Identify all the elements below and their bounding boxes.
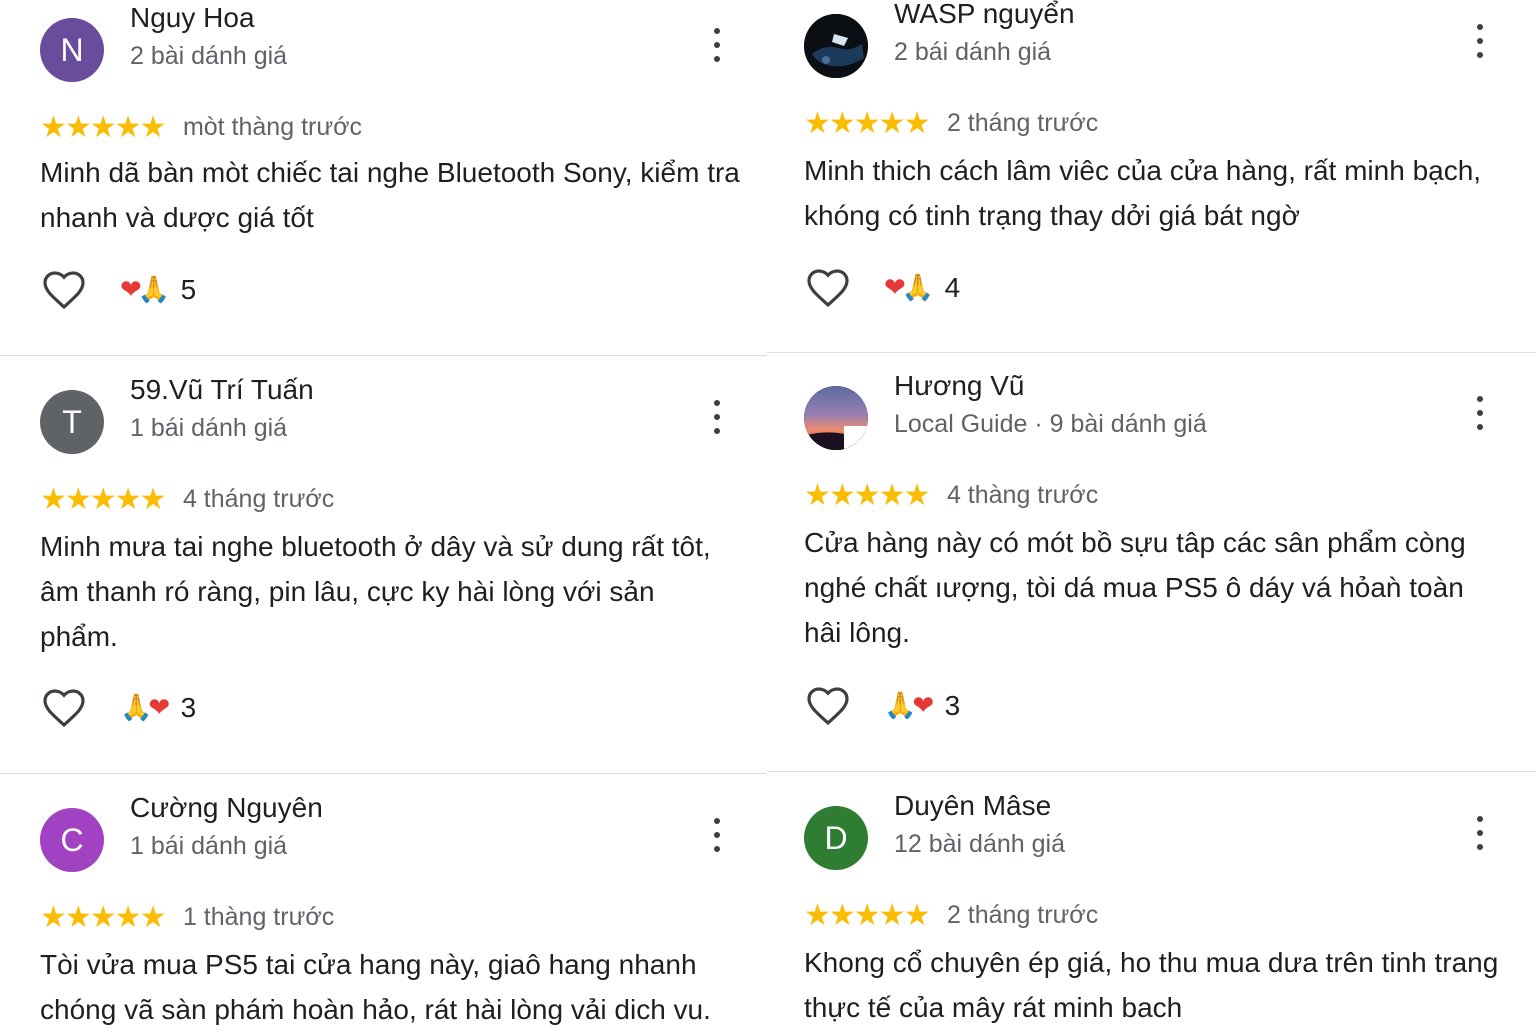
- reaction-count: 4: [944, 272, 961, 303]
- review-text: Cửa hàng này có mót bồ sựu tâp các sân p…: [804, 527, 1466, 648]
- reviewer-name[interactable]: WASP nguyển: [894, 0, 1075, 30]
- star-rating: ★★★★★ 2 tháng trước: [804, 898, 1099, 933]
- review-date: 4 thàng trước: [946, 481, 1099, 509]
- review-text: Tòi vửa mua PS5 tai cửa hang này, giaô h…: [40, 949, 711, 1025]
- reaction-summary[interactable]: 🙏❤ 3: [884, 688, 960, 724]
- reaction-count: 5: [180, 274, 197, 305]
- reaction-summary[interactable]: ❤🙏 4: [884, 270, 960, 306]
- star-rating: ★★★★★ 2 tháng trước: [804, 106, 1099, 141]
- review-count: 12 bài dánh giá: [894, 830, 1065, 858]
- more-options-button[interactable]: [1463, 388, 1497, 448]
- divider: [0, 773, 767, 774]
- like-heart-icon[interactable]: [804, 264, 852, 312]
- avatar[interactable]: [804, 386, 868, 450]
- reaction-count: 3: [180, 692, 197, 723]
- reviews-grid: N Nguy Hoa 2 bài dánh giá ★★★★★ mòt thàn…: [0, 0, 1536, 1025]
- reviewer-name[interactable]: Cường Nguyên: [130, 792, 323, 824]
- review-date: 4 tháng trước: [182, 485, 335, 513]
- reviewer-name[interactable]: Nguy Hoa: [130, 2, 255, 34]
- more-options-button[interactable]: [700, 392, 734, 452]
- avatar[interactable]: D: [804, 806, 868, 870]
- more-options-button[interactable]: [700, 20, 734, 80]
- review-count: 2 bài dánh giá: [130, 42, 288, 70]
- star-rating: ★★★★★ 1 thàng trước: [40, 900, 335, 935]
- review-count: 1 bái dánh giá: [130, 414, 288, 442]
- praying-hands-icon: 🙏: [901, 273, 935, 303]
- star-icon: ★★★★★: [40, 482, 166, 517]
- more-options-button[interactable]: [700, 810, 734, 870]
- divider: [0, 355, 767, 356]
- sunset-photo-avatar-icon: [804, 386, 868, 450]
- star-rating: ★★★★★ 4 tháng trước: [40, 482, 335, 517]
- like-heart-icon[interactable]: [40, 684, 88, 732]
- review-date: 1 thàng trước: [182, 903, 335, 931]
- avatar[interactable]: C: [40, 808, 104, 872]
- star-icon: ★★★★★: [804, 478, 930, 513]
- review-text: Minh thich cách lâm viêc của cửa hàng, r…: [804, 155, 1482, 231]
- review-text: Minh dã bàn mòt chiếc tai nghe Bluetooth…: [40, 157, 740, 233]
- reaction-count: 3: [944, 690, 961, 721]
- star-rating: ★★★★★ 4 thàng trước: [804, 478, 1099, 513]
- reviewer-name[interactable]: 59.Vũ Trí Tuấn: [130, 374, 314, 406]
- more-options-button[interactable]: [1463, 808, 1497, 868]
- reaction-summary[interactable]: ❤🙏 5: [120, 272, 196, 308]
- star-rating: ★★★★★ mòt thàng trước: [40, 110, 362, 145]
- reviewer-name[interactable]: Duyên Mâse: [894, 790, 1051, 822]
- review-date: 2 tháng trước: [946, 109, 1099, 137]
- star-icon: ★★★★★: [804, 898, 930, 933]
- praying-hands-icon: 🙏: [137, 275, 171, 305]
- star-icon: ★★★★★: [40, 110, 166, 145]
- red-heart-icon: ❤: [148, 693, 171, 723]
- avatar[interactable]: N: [40, 18, 104, 82]
- star-icon: ★★★★★: [40, 900, 166, 935]
- reviewer-name[interactable]: Hương Vũ: [894, 370, 1025, 402]
- dark-photo-avatar-icon: [804, 14, 868, 78]
- divider: [767, 771, 1536, 772]
- review-count: Local Guide · 9 bài dánh giá: [894, 410, 1207, 438]
- review-date: 2 tháng trước: [946, 901, 1099, 929]
- avatar[interactable]: T: [40, 390, 104, 454]
- like-heart-icon[interactable]: [804, 682, 852, 730]
- avatar[interactable]: [804, 14, 868, 78]
- review-count: 1 bái dánh giá: [130, 832, 288, 860]
- review-date: mòt thàng trước: [182, 113, 362, 141]
- divider: [767, 352, 1536, 353]
- review-text: Minh mưa tai nghe bluetooth ở dây và sử …: [40, 531, 711, 652]
- reaction-summary[interactable]: 🙏❤ 3: [120, 690, 196, 726]
- review-count: 2 bái dánh giá: [894, 38, 1052, 66]
- review-text: Khong cổ chuyên ép giá, ho thu mua dưa t…: [804, 947, 1499, 1023]
- like-heart-icon[interactable]: [40, 266, 88, 314]
- star-icon: ★★★★★: [804, 106, 930, 141]
- more-options-button[interactable]: [1463, 16, 1497, 76]
- red-heart-icon: ❤: [912, 691, 935, 721]
